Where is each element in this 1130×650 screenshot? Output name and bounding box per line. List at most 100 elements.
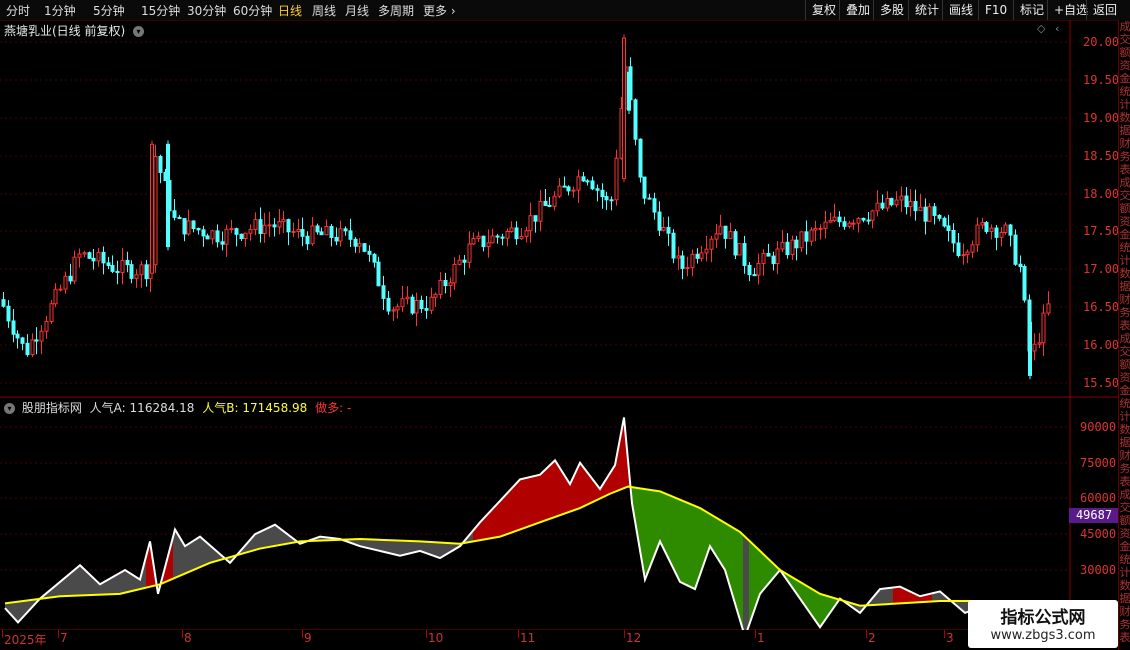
candle-body (224, 228, 229, 245)
indicator-fill (263, 529, 266, 549)
f10-button[interactable]: F10 (978, 0, 1013, 20)
candle-body (471, 237, 476, 245)
indicator-fill (695, 505, 698, 590)
side-tab-char: 成 (1119, 488, 1130, 501)
period-tab-fenshi[interactable]: 分时 (6, 2, 30, 19)
candle-body (438, 279, 443, 295)
indicator-fill (491, 507, 494, 539)
period-tab-weekly[interactable]: 周线 (312, 2, 336, 19)
indicator-fill (383, 539, 386, 553)
date-tick-mark (302, 630, 303, 638)
candle-body (414, 299, 419, 314)
indicator-fill (260, 530, 263, 549)
statistics-button[interactable]: 统计 (908, 0, 945, 20)
side-tab-strip[interactable]: 成交额资金统计数据财务表成交额资金统计数据财务表成交额资金统计数据财务表成交额资… (1118, 20, 1130, 650)
candle-body (315, 225, 320, 233)
indicator-fill (740, 531, 743, 630)
period-tab-daily[interactable]: 日线 (278, 2, 302, 19)
candle-body (481, 235, 486, 248)
side-tab-char: 金 (1119, 228, 1130, 241)
indicator-fill (194, 538, 197, 570)
multi-stock-button[interactable]: 多股 (873, 0, 910, 20)
candle-body (1, 299, 6, 307)
chevron-right-icon: › (447, 4, 456, 18)
candle-body (543, 200, 548, 206)
candle-body (172, 210, 177, 218)
overlay-button[interactable]: 叠加 (839, 0, 876, 20)
period-tab-more[interactable]: 更多 › (423, 2, 456, 19)
indicator-tick-label: 60000 (1080, 491, 1117, 505)
side-tab-char: 计 (1119, 566, 1130, 579)
indicator-fill (191, 540, 194, 572)
indicator-fill (113, 575, 116, 595)
candle-body (419, 299, 424, 310)
period-tab-5min[interactable]: 5分钟 (93, 2, 125, 19)
side-tab-char: 额 (1119, 358, 1130, 371)
date-tick-label: 7 (60, 631, 68, 645)
period-tab-monthly[interactable]: 月线 (345, 2, 369, 19)
side-tab-char: 据 (1119, 592, 1130, 605)
fuquan-button[interactable]: 复权 (805, 0, 842, 20)
mark-button[interactable]: 标记 (1013, 0, 1050, 20)
indicator-fill (533, 475, 536, 525)
indicator-fill (887, 587, 890, 605)
back-button[interactable]: 返回 (1086, 0, 1123, 20)
indicator-fill (380, 539, 383, 552)
indicator-fill (899, 586, 902, 604)
side-tab-char: 额 (1119, 46, 1130, 59)
candle-body (547, 204, 552, 207)
candle-body (842, 221, 847, 227)
side-tab-char: 成 (1119, 20, 1130, 33)
candle-body (395, 306, 400, 311)
candle-body (771, 255, 776, 265)
side-tab-char: 务 (1119, 618, 1130, 631)
date-tick-mark (944, 630, 945, 638)
candle-body (448, 282, 453, 287)
candle-body (139, 264, 144, 276)
candle-body (866, 219, 871, 222)
period-tab-1min[interactable]: 1分钟 (44, 2, 76, 19)
candle-body (338, 228, 343, 242)
indicator-fill (413, 541, 416, 553)
candlestick-chart[interactable] (0, 20, 1118, 398)
candle-body (305, 235, 310, 245)
candle-body (505, 230, 510, 239)
period-tab-60min[interactable]: 60分钟 (233, 2, 272, 19)
date-tick-label: 9 (304, 631, 312, 645)
indicator-fill (500, 497, 503, 537)
indicator-fill (716, 517, 719, 561)
candle-body (234, 228, 239, 235)
draw-line-button[interactable]: 画线 (942, 0, 979, 20)
candle-body (927, 206, 932, 222)
side-tab-char: 交 (1119, 345, 1130, 358)
candle-body (585, 180, 590, 183)
period-tab-15min[interactable]: 15分钟 (141, 2, 180, 19)
candle-body (604, 196, 609, 201)
side-tab-char: 统 (1119, 397, 1130, 410)
candle-body (581, 176, 586, 182)
candle-body (334, 236, 339, 242)
candle-body (638, 138, 643, 178)
indicator-chart[interactable] (0, 398, 1118, 630)
candle-body (1041, 312, 1046, 344)
indicator-fill (722, 521, 725, 570)
candle-body (386, 297, 391, 312)
side-tab-char: 交 (1119, 33, 1130, 46)
indicator-fill (560, 468, 563, 516)
candle-body (742, 243, 747, 266)
indicator-fill (752, 543, 755, 617)
indicator-fill (188, 542, 191, 573)
indicator-fill (683, 500, 686, 585)
candle-body (372, 253, 377, 263)
period-tab-multi[interactable]: 多周期 (378, 2, 414, 19)
price-tick-label: 19.50 (1083, 73, 1120, 87)
indicator-fill (524, 477, 527, 529)
period-tab-30min[interactable]: 30分钟 (187, 2, 226, 19)
candle-body (509, 227, 514, 232)
candle-body (538, 200, 543, 222)
indicator-fill (689, 503, 692, 588)
candle-body (813, 227, 818, 231)
candle-body (49, 303, 54, 322)
candle-body (106, 262, 111, 267)
price-tick-label: 20.00 (1083, 35, 1120, 49)
